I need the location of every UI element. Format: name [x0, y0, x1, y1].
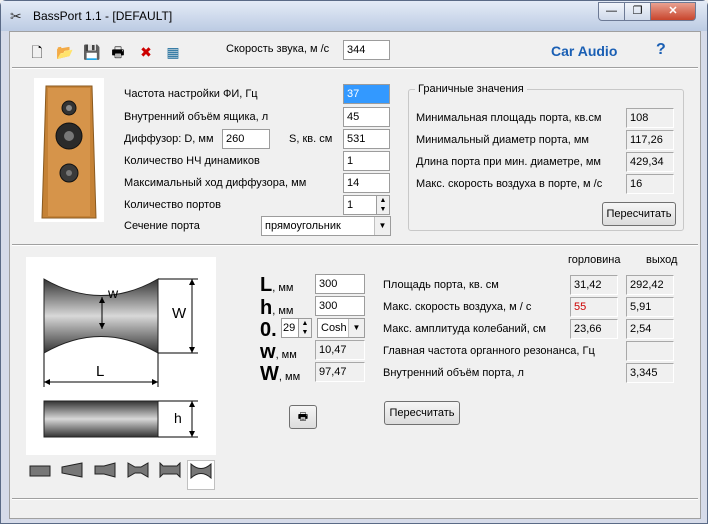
port-length-value: 429,34 — [626, 152, 674, 172]
air-speed-value: 16 — [626, 174, 674, 194]
save-icon[interactable]: 💾 — [83, 44, 100, 60]
shape-horn-button[interactable] — [91, 460, 119, 490]
section-select[interactable]: прямоугольник ▼ — [261, 216, 391, 236]
port-volume-label: Внутренний объём порта, л — [383, 367, 524, 379]
min-area-label: Минимальная площадь порта, кв.см — [416, 112, 602, 124]
zero-input[interactable]: 29 — [281, 318, 299, 338]
speaker-image — [34, 78, 104, 222]
delete-icon[interactable]: ✖ — [138, 44, 154, 60]
app-window: ✂ BassPort 1.1 - [DEFAULT] — ❐ ✕ 🗋 📂 💾 🖶… — [0, 0, 708, 524]
separator — [12, 67, 698, 69]
exit-column-header: выход — [646, 254, 678, 266]
close-button[interactable]: ✕ — [650, 2, 696, 21]
open-folder-icon[interactable]: 📂 — [56, 44, 73, 60]
port-diagram: w W L h — [26, 257, 216, 455]
zero-spinner[interactable]: ▲ ▼ — [298, 318, 312, 338]
tuning-freq-label: Частота настройки ФИ, Гц — [124, 88, 258, 100]
tuning-freq-input[interactable]: 37 — [343, 84, 390, 104]
resonance-exit-value — [626, 341, 674, 361]
sound-speed-input[interactable]: 344 — [343, 40, 390, 60]
excursion-input[interactable]: 14 — [343, 173, 390, 193]
recalc-limits-button[interactable]: Пересчитать — [602, 202, 676, 226]
W-value: 97,47 — [315, 362, 365, 382]
zero-dim-label: 0. — [260, 319, 277, 341]
title-bar: ✂ BassPort 1.1 - [DEFAULT] — ❐ ✕ — [1, 1, 707, 31]
ports-spinner[interactable]: ▲ ▼ — [376, 195, 390, 215]
section-value: прямоугольник — [265, 220, 341, 232]
status-separator — [12, 498, 698, 500]
brand-label: Car Audio — [551, 43, 618, 59]
chevron-down-icon[interactable]: ▼ — [348, 319, 364, 337]
air-speed-label: Макс. скорость воздуха в порте, м /с — [416, 178, 603, 190]
diffuser-label: Диффузор: D, мм — [124, 133, 214, 145]
area-result-label: Площадь порта, кв. см — [383, 279, 499, 291]
diagram-L-label: L — [96, 363, 105, 380]
ports-label: Количество портов — [124, 199, 221, 211]
h-input[interactable]: 300 — [315, 296, 365, 316]
app-icon: ✂ — [10, 8, 22, 24]
section-label: Сечение порта — [124, 220, 200, 232]
resonance-result-label: Главная частота органного резонанса, Гц — [383, 345, 595, 357]
limits-title: Граничные значения — [415, 83, 527, 95]
speed-exit-value: 5,91 — [626, 297, 674, 317]
ports-input[interactable]: 1 — [343, 195, 377, 215]
print-icon: 🖶 — [297, 411, 309, 423]
area-exit-value: 292,42 — [626, 275, 674, 295]
amplitude-throat-value: 23,66 — [570, 319, 618, 339]
print-results-button[interactable]: 🖶 — [289, 405, 317, 429]
diagram-h-label: h — [174, 410, 182, 426]
port-length-label: Длина порта при мин. диаметре, мм — [416, 156, 601, 168]
shape-double-horn-button[interactable] — [124, 460, 152, 490]
speed-throat-value: 55 — [570, 297, 618, 317]
drivers-input[interactable]: 1 — [343, 151, 390, 171]
new-file-icon[interactable]: 🗋 — [29, 44, 45, 60]
sound-speed-label: Скорость звука, м /с — [226, 43, 330, 55]
W-dim-label: W, мм — [260, 363, 301, 385]
shape-cone-button[interactable] — [58, 460, 86, 490]
port-volume-value: 3,345 — [626, 363, 674, 383]
shape-cosh-button[interactable] — [187, 460, 215, 490]
separator — [12, 244, 698, 246]
speed-result-label: Макс. скорость воздуха, м / с — [383, 301, 532, 313]
L-dim-label: L, мм — [260, 274, 294, 296]
function-select[interactable]: Cosh ▼ — [317, 318, 365, 338]
minimize-button[interactable]: — — [598, 2, 625, 21]
maximize-button[interactable]: ❐ — [624, 2, 651, 21]
excursion-label: Максимальный ход диффузора, мм — [124, 177, 307, 189]
main-panel: 🗋 📂 💾 🖶 ✖ ▦ Скорость звука, м /с 344 Car… — [9, 31, 701, 519]
w-value: 10,47 — [315, 340, 365, 360]
function-value: Cosh — [321, 322, 347, 334]
window-title: BassPort 1.1 - [DEFAULT] — [33, 9, 173, 23]
recalc-port-button[interactable]: Пересчитать — [384, 401, 460, 425]
box-volume-input[interactable]: 45 — [343, 107, 390, 127]
area-throat-value: 31,42 — [570, 275, 618, 295]
box-volume-label: Внутренний объём ящика, л — [124, 111, 269, 123]
help-icon[interactable]: ? — [656, 41, 666, 59]
diffuser-input[interactable]: 260 — [222, 129, 270, 149]
min-diam-label: Минимальный диаметр порта, мм — [416, 134, 589, 146]
shape-flared-button[interactable] — [156, 460, 184, 490]
area-input[interactable]: 531 — [343, 129, 390, 149]
amplitude-result-label: Макс. амплитуда колебаний, см — [383, 323, 546, 335]
min-diam-value: 117,26 — [626, 130, 674, 150]
print-icon[interactable]: 🖶 — [110, 44, 126, 60]
diagram-W-label: W — [172, 305, 187, 322]
w-dim-label: w, мм — [260, 341, 297, 363]
min-area-value: 108 — [626, 108, 674, 128]
amplitude-exit-value: 2,54 — [626, 319, 674, 339]
calculator-icon[interactable]: ▦ — [165, 44, 181, 60]
chevron-down-icon[interactable]: ▼ — [374, 217, 390, 235]
throat-column-header: горловина — [568, 254, 621, 266]
L-input[interactable]: 300 — [315, 274, 365, 294]
diagram-w-label: w — [108, 285, 119, 301]
shape-rect-button[interactable] — [26, 460, 54, 490]
drivers-label: Количество НЧ динамиков — [124, 155, 260, 167]
area-label: S, кв. см — [289, 133, 333, 145]
